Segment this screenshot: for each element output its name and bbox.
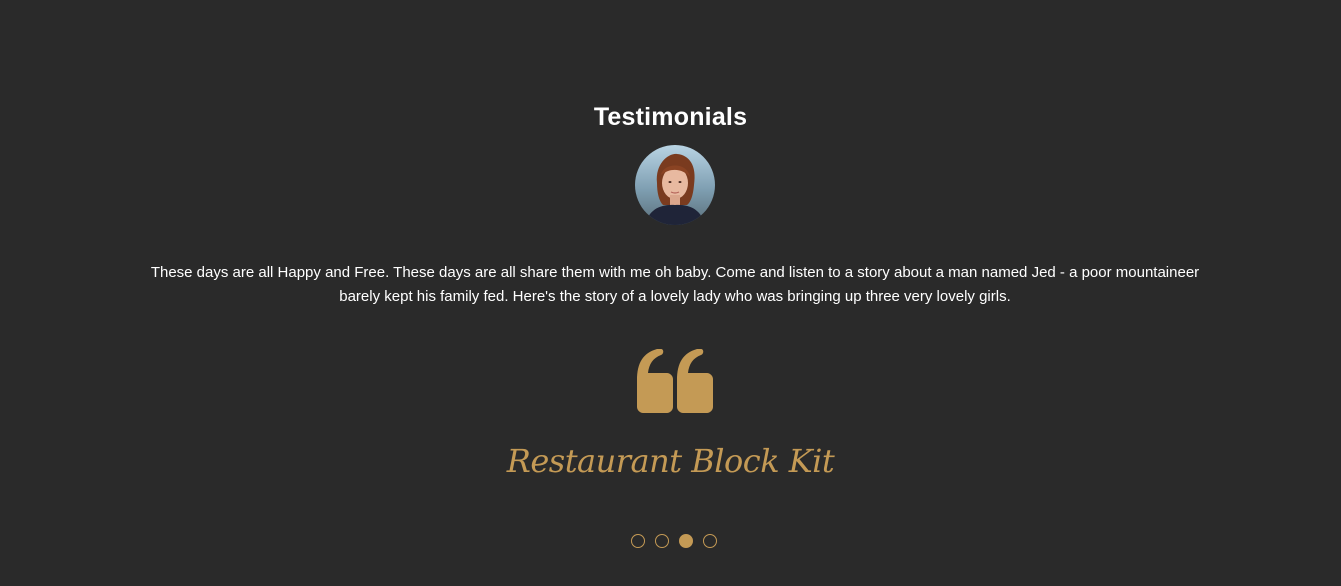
testimonial-line-2: barely kept his family fed. Here's the s…	[339, 288, 1011, 305]
testimonials-section: Testimonials These days are all Happy an…	[0, 0, 1341, 586]
section-heading: Testimonials	[593, 103, 748, 131]
avatar	[635, 145, 715, 225]
slider-dot-2[interactable]	[655, 534, 669, 548]
slider-dots	[631, 534, 717, 550]
signature: Restaurant Block Kit	[506, 442, 835, 480]
quote-icon	[637, 349, 713, 413]
slider-dot-1[interactable]	[631, 534, 645, 548]
slider-dot-3[interactable]	[679, 534, 693, 548]
testimonial-line-1: These days are all Happy and Free. These…	[150, 264, 1200, 281]
slider-dot-4[interactable]	[703, 534, 717, 548]
testimonial-text: These days are all Happy and Free. These…	[110, 261, 1240, 309]
